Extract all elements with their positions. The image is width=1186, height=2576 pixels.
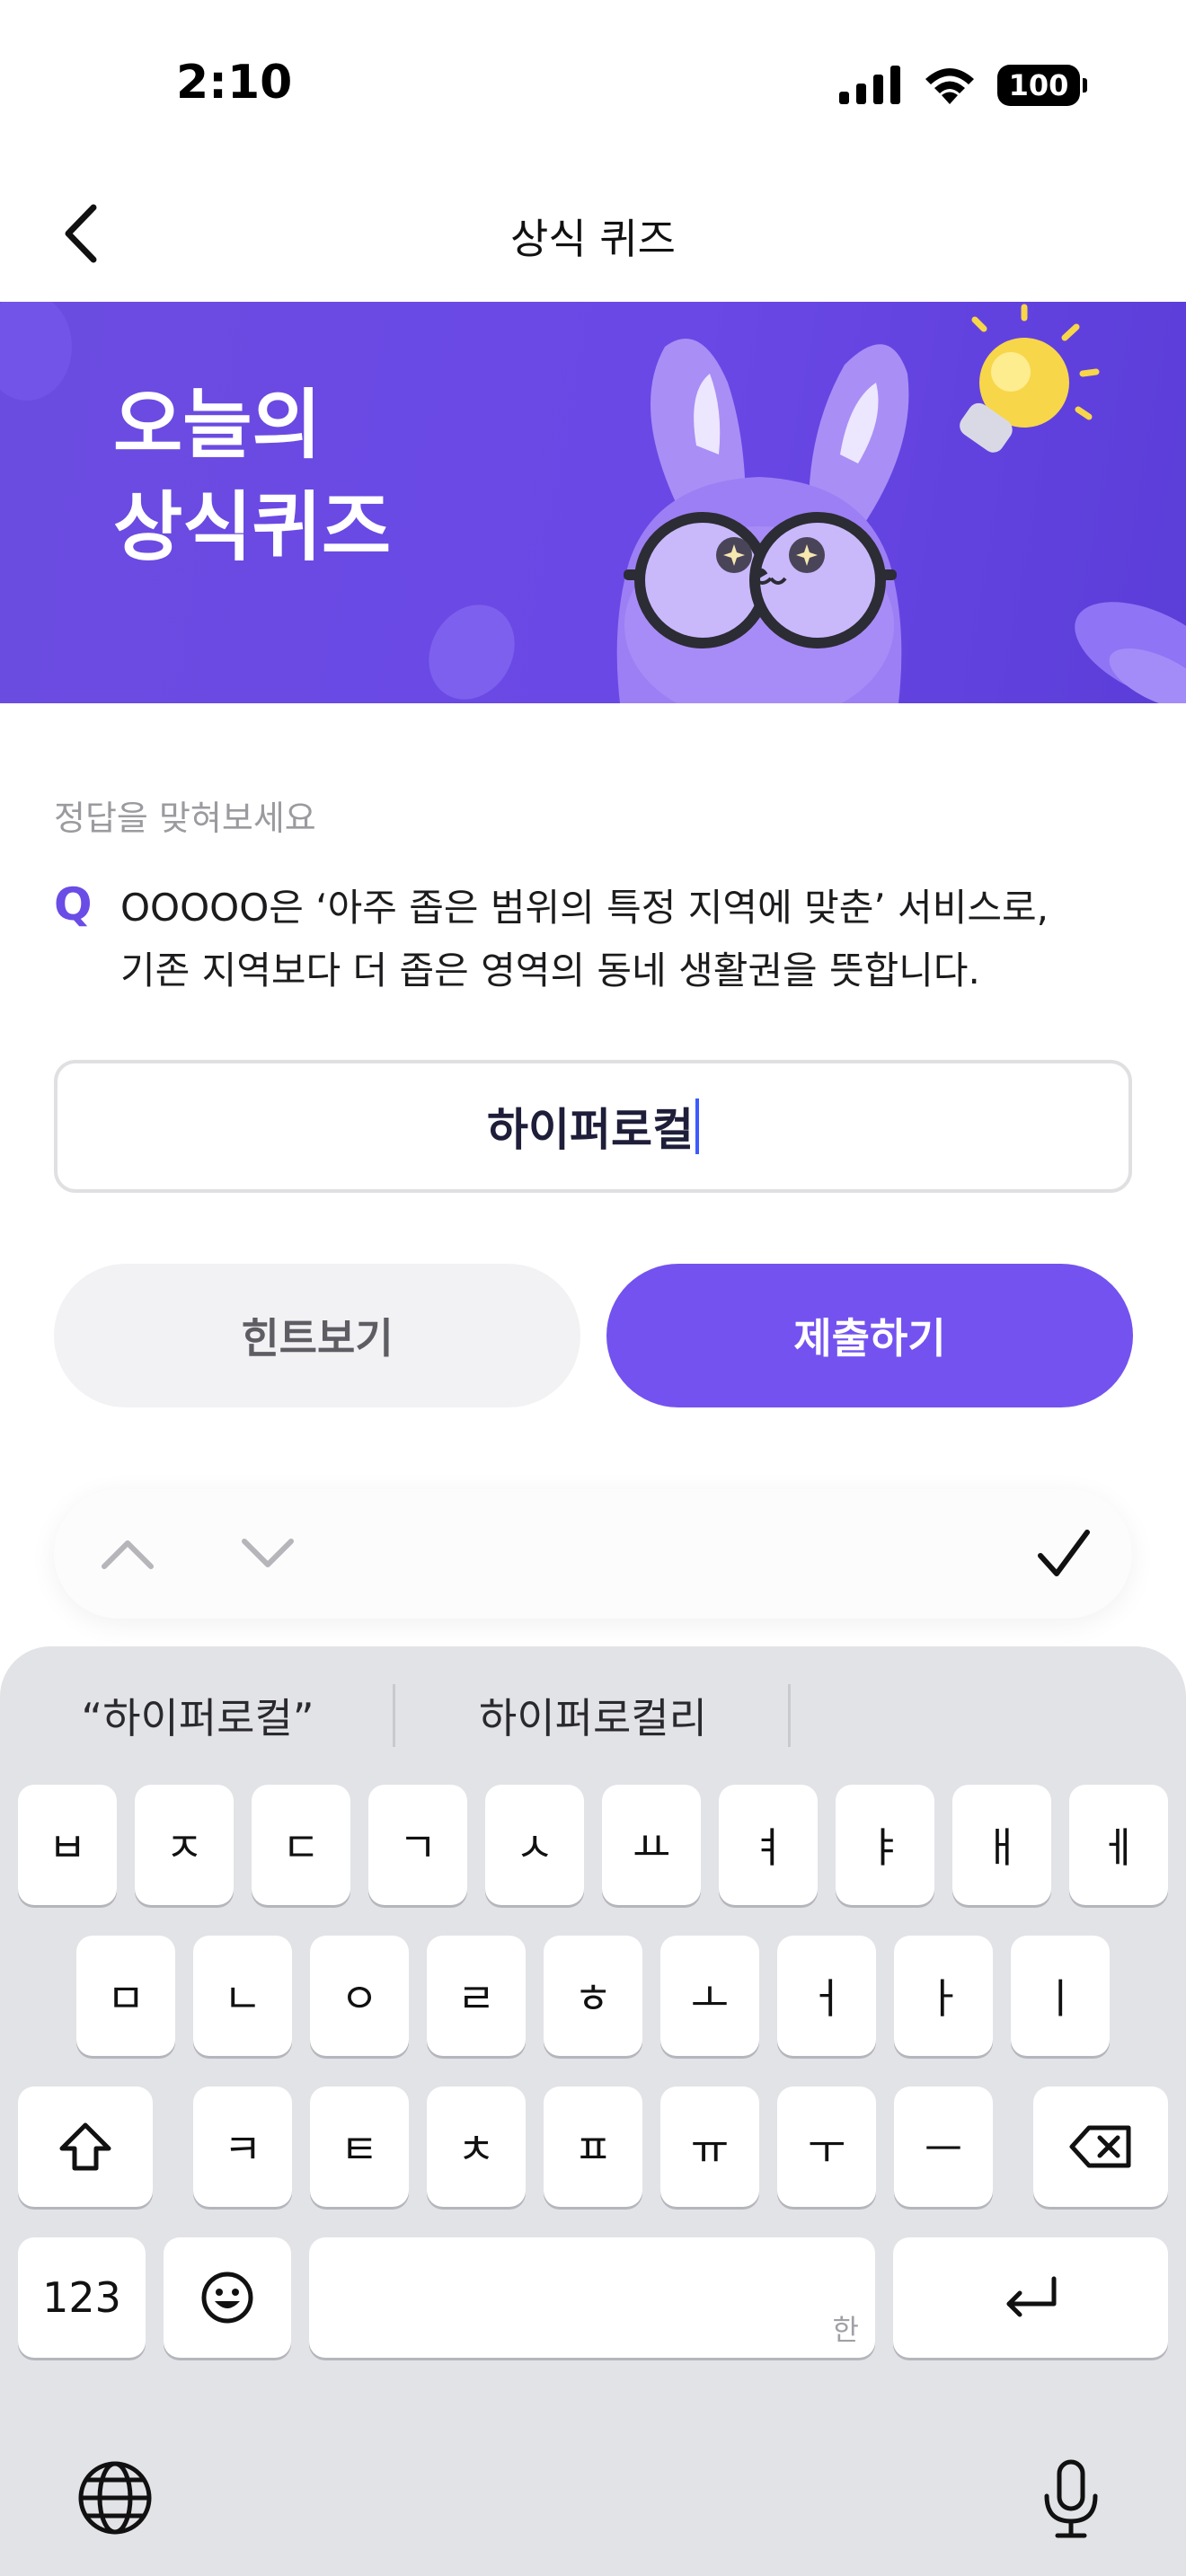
- key[interactable]: ㅁ: [76, 1936, 175, 2056]
- hint-button[interactable]: 힌트보기: [54, 1264, 580, 1407]
- next-field-button[interactable]: [232, 1518, 304, 1590]
- wifi-icon: [925, 68, 974, 104]
- cellular-signal-icon: [839, 66, 900, 104]
- emoji-key[interactable]: [164, 2237, 291, 2358]
- korean-keyboard: “하이퍼로컬” 하이퍼로컬리 ㅂ ㅈ ㄷ ㄱ ㅅ ㅛ ㅕ ㅑ ㅐ ㅔ ㅁ ㄴ ㅇ…: [0, 1646, 1186, 2576]
- key[interactable]: ㅌ: [310, 2086, 409, 2207]
- emoji-icon: [201, 2272, 253, 2324]
- globe-icon: [78, 2461, 152, 2535]
- question-text: OOOOO은 ‘아주 좁은 범위의 특정 지역에 맞춘’ 서비스로, 기존 지역…: [120, 877, 1145, 1002]
- previous-field-button[interactable]: [92, 1518, 164, 1590]
- space-key[interactable]: 한: [309, 2237, 875, 2358]
- shift-icon: [59, 2122, 111, 2171]
- nav-bar: 상식 퀴즈: [0, 171, 1186, 302]
- key[interactable]: ㅐ: [952, 1785, 1051, 1905]
- key[interactable]: ㄴ: [193, 1936, 292, 2056]
- key[interactable]: ㅅ: [485, 1785, 584, 1905]
- status-bar: 2:10 100: [0, 0, 1186, 171]
- question-marker: Q: [54, 878, 93, 931]
- answer-input-value: 하이퍼로컬: [487, 1104, 694, 1156]
- banner-title-line2: 상식퀴즈: [113, 483, 392, 571]
- numbers-key[interactable]: 123: [18, 2237, 146, 2358]
- battery-level: 100: [1008, 68, 1069, 102]
- return-key[interactable]: [893, 2237, 1168, 2358]
- banner-title: 오늘의 상식퀴즈: [113, 374, 391, 578]
- answer-input[interactable]: 하이퍼로컬: [54, 1060, 1132, 1193]
- key[interactable]: ㅣ: [1011, 1936, 1110, 2056]
- question-line2: 기존 지역보다 더 좁은 영역의 동네 생활권을 뜻합니다.: [120, 948, 980, 992]
- language-indicator: 한: [832, 2313, 859, 2347]
- key[interactable]: ㅛ: [602, 1785, 701, 1905]
- page-title: 상식 퀴즈: [510, 215, 676, 263]
- key[interactable]: ㅗ: [660, 1936, 759, 2056]
- done-button[interactable]: [1028, 1518, 1100, 1590]
- key[interactable]: ㅂ: [18, 1785, 117, 1905]
- key[interactable]: ㅎ: [544, 1936, 642, 2056]
- suggestion-item[interactable]: 하이퍼로컬리: [431, 1686, 755, 1745]
- suggestion-divider: [788, 1684, 791, 1747]
- question-line1: OOOOO은 ‘아주 좁은 범위의 특정 지역에 맞춘’ 서비스로,: [120, 886, 1049, 930]
- quiz-banner: 오늘의 상식퀴즈: [0, 302, 1186, 703]
- suggestion-item[interactable]: “하이퍼로컬”: [36, 1686, 359, 1745]
- key[interactable]: ㅜ: [777, 2086, 876, 2207]
- microphone-icon: [1044, 2459, 1098, 2538]
- key[interactable]: ㄷ: [252, 1785, 350, 1905]
- key[interactable]: ㅓ: [777, 1936, 876, 2056]
- question-instruction: 정답을 맞혀보세요: [54, 798, 316, 838]
- key[interactable]: ㅏ: [894, 1936, 993, 2056]
- return-icon: [1006, 2276, 1057, 2317]
- checkmark-icon: [1038, 1530, 1090, 1576]
- key[interactable]: ㅔ: [1069, 1785, 1168, 1905]
- suggestion-divider: [393, 1684, 395, 1747]
- key[interactable]: ㅕ: [719, 1785, 818, 1905]
- submit-button[interactable]: 제출하기: [606, 1264, 1133, 1407]
- key[interactable]: ㅈ: [135, 1785, 234, 1905]
- globe-button[interactable]: [72, 2455, 158, 2541]
- key[interactable]: ㅋ: [193, 2086, 292, 2207]
- key[interactable]: ㅊ: [427, 2086, 526, 2207]
- backspace-icon: [1069, 2125, 1131, 2168]
- text-cursor: [695, 1098, 699, 1154]
- battery-icon: 100: [997, 65, 1087, 106]
- key[interactable]: ㅑ: [836, 1785, 934, 1905]
- key[interactable]: ㅠ: [660, 2086, 759, 2207]
- dictation-button[interactable]: [1028, 2450, 1114, 2549]
- status-time: 2:10: [176, 56, 293, 110]
- delete-key[interactable]: [1033, 2086, 1168, 2207]
- suggestion-bar: “하이퍼로컬” 하이퍼로컬리: [0, 1646, 1186, 1779]
- status-icons: 100: [837, 63, 1087, 108]
- key[interactable]: ㄹ: [427, 1936, 526, 2056]
- keyboard-toolbar: [54, 1489, 1132, 1619]
- key[interactable]: ㅡ: [894, 2086, 993, 2207]
- shift-key[interactable]: [18, 2086, 153, 2207]
- key[interactable]: ㅍ: [544, 2086, 642, 2207]
- key[interactable]: ㄱ: [368, 1785, 467, 1905]
- chevron-down-icon: [242, 1539, 294, 1567]
- banner-title-line1: 오늘의: [113, 381, 322, 469]
- chevron-up-icon: [102, 1540, 154, 1569]
- key[interactable]: ㅇ: [310, 1936, 409, 2056]
